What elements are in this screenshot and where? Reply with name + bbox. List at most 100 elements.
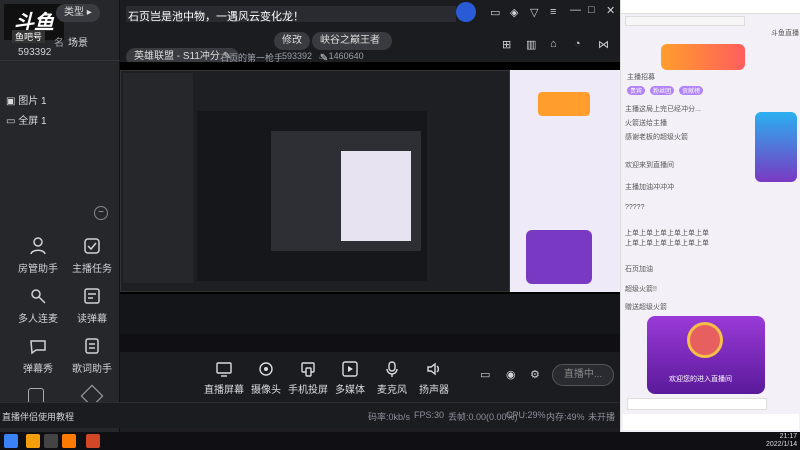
task-icon: [84, 238, 100, 254]
tool-media[interactable]: 多媒体: [330, 360, 370, 396]
status-bar: 直播伴侣使用教程 码率:0kb/s FPS:30 丢帧:0.00(0.00%) …: [0, 402, 620, 428]
chat-emoji-bar: [623, 414, 799, 430]
camera-icon: [259, 362, 273, 376]
chat-message: 火箭送给主播: [625, 120, 667, 127]
tool-lyric[interactable]: 歌词助手: [66, 336, 118, 384]
nested-taskbar: [120, 334, 620, 352]
chat-message: 超级火箭!!: [625, 286, 657, 293]
tutorial-link[interactable]: 直播伴侣使用教程: [2, 410, 74, 423]
user-shield-icon: [30, 237, 46, 255]
app-icon[interactable]: [26, 434, 40, 448]
tool-mic[interactable]: 麦克风: [372, 360, 412, 396]
stats-icon[interactable]: ▥: [526, 38, 536, 51]
rank-field[interactable]: 峡谷之巅王者 ✎: [312, 32, 392, 64]
avatar[interactable]: [456, 2, 476, 22]
douyu-app-icon[interactable]: [62, 434, 76, 448]
message-icon[interactable]: ▭: [490, 6, 500, 19]
chat-tabs: 贵宾 粉丝团 贡献榜: [627, 84, 797, 96]
edit-button[interactable]: 修改: [274, 32, 310, 50]
tab-scene[interactable]: 场景: [68, 34, 88, 49]
close-button[interactable]: ✕: [606, 4, 615, 17]
tool-read-danmu[interactable]: 读弹幕: [66, 286, 118, 334]
record-icon[interactable]: ▭: [480, 368, 490, 381]
bell-icon[interactable]: ◔: [574, 38, 581, 50]
gift-icon[interactable]: ⊞: [502, 38, 511, 51]
multi-mic-icon: [31, 289, 46, 304]
chat-message: 赠送超级火箭: [625, 304, 667, 311]
tool-room-assistant[interactable]: 房管助手: [12, 236, 64, 284]
fans-count: ♨ 1460640: [318, 51, 364, 61]
start-icon[interactable]: [4, 434, 18, 448]
streamer-id: 593392: [282, 51, 313, 61]
tool-phone-cast[interactable]: 手机投屏: [288, 360, 328, 396]
nested-left-dock: [123, 73, 193, 283]
read-danmu-icon: [84, 288, 100, 304]
browser-tabbar: [621, 0, 800, 14]
page-label: 斗鱼直播: [771, 30, 799, 37]
left-dock: 斗鱼 鱼吧号 类型 ▸ 593392 名 场景 ▣ 图片 1 ▭ 全屏 1 − …: [0, 0, 120, 432]
stream-preview: [120, 62, 620, 352]
chat-input[interactable]: [627, 398, 767, 410]
skin-icon[interactable]: ◈: [510, 6, 518, 19]
address-bar[interactable]: [625, 16, 745, 26]
source-item-fullscreen[interactable]: ▭ 全屏 1: [6, 112, 47, 127]
image-icon: ▣: [6, 96, 16, 107]
chat-message: 石页加油: [625, 266, 653, 273]
windows-taskbar: 21:17 2022/1/14: [0, 432, 800, 450]
nested-chat-preview: [341, 151, 411, 241]
share-icon[interactable]: ⋈: [598, 38, 609, 51]
tab-vip[interactable]: 贵宾: [627, 86, 646, 95]
nested-app-window: [120, 70, 510, 292]
top-bar: 石页岂是池中物，一遇风云变化龙！ 修改 峡谷之巅王者 ✎ 英雄联盟 - S11冲…: [120, 0, 620, 66]
event-banner[interactable]: [661, 44, 745, 70]
browser-icon[interactable]: [86, 434, 100, 448]
chat-message: 欢迎来到直播间: [625, 162, 674, 169]
chat-message: 上单上单上单上单上单上单: [625, 240, 709, 247]
nested-gift-frame: [526, 230, 592, 284]
chat-header: 主播招募: [627, 74, 655, 81]
chat-message: ?????: [625, 204, 645, 211]
fire-icon: ♨: [318, 51, 327, 61]
fps: FPS:30: [414, 410, 445, 420]
room-id: 593392: [18, 47, 52, 58]
mem-usage: 内存:49%: [546, 412, 585, 422]
menu-icon[interactable]: ≡: [550, 6, 556, 18]
tab-fans[interactable]: 粉丝团: [650, 86, 675, 95]
source-item-image[interactable]: ▣ 图片 1: [6, 92, 47, 107]
speaker-icon: [427, 362, 439, 376]
monitor-icon: ▭: [6, 116, 16, 127]
tool-camera[interactable]: 摄像头: [246, 360, 286, 396]
chat-panel: 斗鱼直播 主播招募 贵宾 粉丝团 贡献榜 主播这局上完已经冲分... 火箭送给主…: [620, 0, 800, 432]
media-icon: [342, 361, 358, 377]
danmu-show-icon: [30, 340, 46, 355]
gift-avatar: [687, 322, 723, 358]
nested-toolbar: [120, 294, 620, 334]
tool-host-task[interactable]: 主播任务: [66, 236, 118, 284]
tool-speaker[interactable]: 扬声器: [414, 360, 454, 396]
mic-icon: [386, 361, 398, 377]
maximize-button[interactable]: □: [588, 4, 595, 16]
clock: 21:17 2022/1/14: [766, 433, 798, 448]
collapse-icon[interactable]: −: [94, 206, 108, 220]
screen-icon: [216, 362, 232, 377]
chat-message: 上单上单上单上单上单上单: [625, 230, 709, 237]
shield-icon[interactable]: ⌂: [550, 38, 557, 50]
welcome-text: 欢迎您的进入直播间: [669, 376, 732, 383]
tool-danmu-show[interactable]: 弹幕秀: [12, 336, 64, 384]
minimize-button[interactable]: —: [570, 4, 581, 16]
eye-icon[interactable]: ◉: [506, 368, 516, 381]
lyric-icon: [85, 338, 99, 354]
live-status-button[interactable]: 直播中...: [552, 364, 614, 386]
tool-multi-mic[interactable]: 多人连麦: [12, 286, 64, 334]
chat-message: 感谢老板的超级火箭: [625, 134, 688, 141]
settings-icon[interactable]: ⚙: [530, 368, 540, 381]
nested-chat-panel: [510, 70, 620, 292]
tab-name[interactable]: 名: [54, 34, 64, 49]
record-status: 未开播: [588, 412, 616, 422]
filter-icon[interactable]: ▽: [530, 6, 538, 19]
stream-title[interactable]: 石页岂是池中物，一遇风云变化龙！: [128, 8, 304, 24]
type-tag[interactable]: 类型 ▸: [56, 4, 100, 22]
tab-contrib[interactable]: 贡献榜: [679, 86, 704, 95]
app-icon[interactable]: [44, 434, 58, 448]
tool-screen[interactable]: 直播屏幕: [204, 360, 244, 396]
